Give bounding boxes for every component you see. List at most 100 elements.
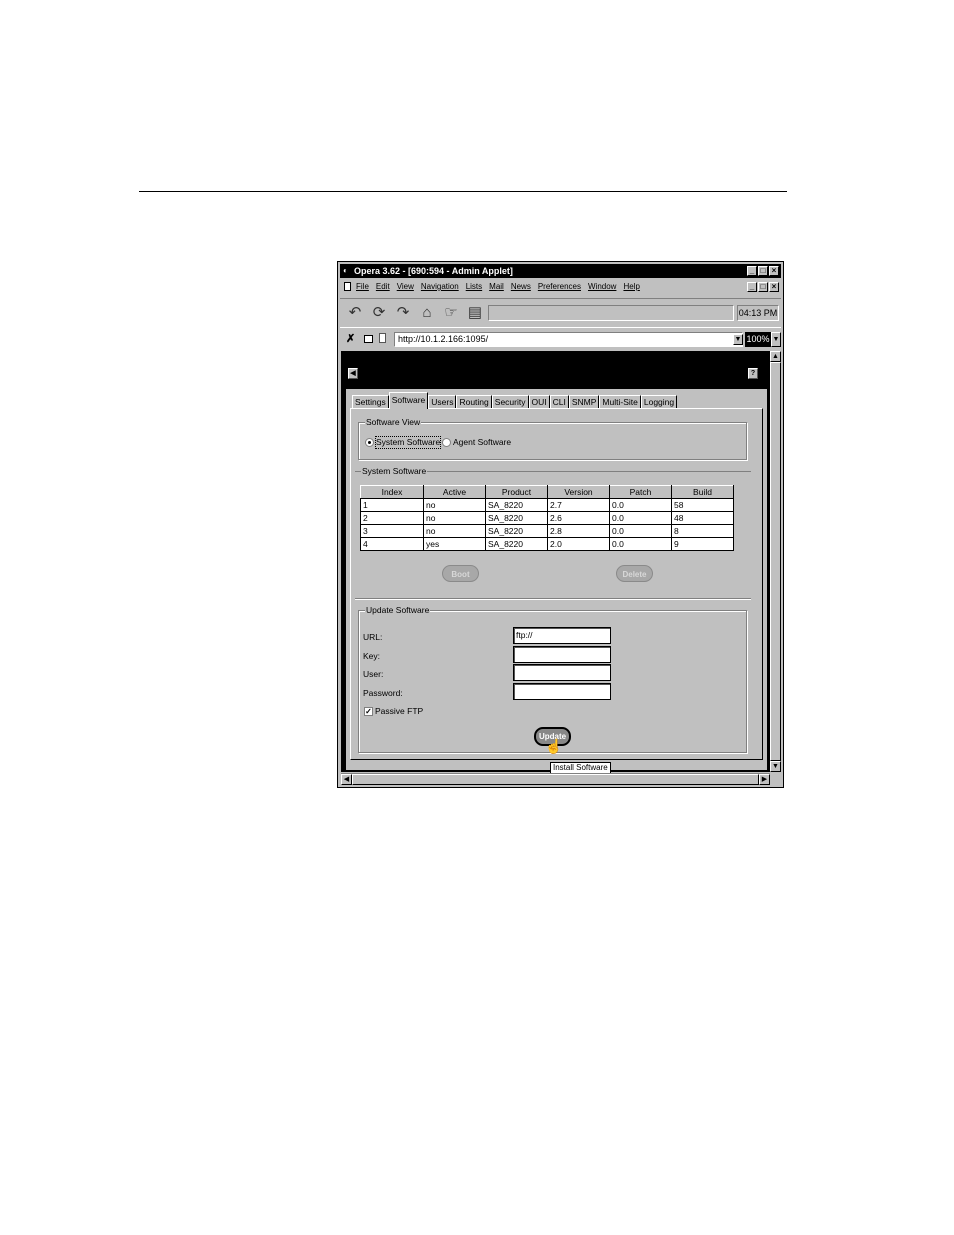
- help-question-icon[interactable]: ?: [748, 368, 758, 379]
- tab-users[interactable]: Users: [428, 395, 457, 409]
- cell-build: 48: [671, 511, 734, 525]
- update-software-title: Update Software: [365, 605, 431, 615]
- zoom-dropdown-icon[interactable]: ▼: [771, 332, 781, 347]
- mdi-restore-button[interactable]: □: [758, 282, 768, 292]
- title-bar[interactable]: ◐ Opera 3.62 - [690:594 - Admin Applet] …: [340, 264, 781, 278]
- browser-window: ◐ Opera 3.62 - [690:594 - Admin Applet] …: [337, 261, 784, 788]
- table-row[interactable]: 4 yes SA_8220 2.0 0.0 9: [360, 537, 734, 551]
- cell-active: no: [423, 498, 486, 512]
- passive-ftp-label[interactable]: Passive FTP: [375, 706, 423, 717]
- home-icon[interactable]: ⌂: [418, 304, 436, 322]
- cell-active: no: [423, 524, 486, 538]
- page-icon[interactable]: [379, 333, 386, 343]
- system-software-label[interactable]: System Software: [374, 436, 442, 449]
- table-row[interactable]: 3 no SA_8220 2.8 0.0 8: [360, 524, 734, 538]
- url-dropdown-icon[interactable]: ▼: [733, 334, 743, 345]
- zoom-select[interactable]: 100%: [745, 332, 771, 347]
- delete-button[interactable]: Delete: [616, 565, 653, 582]
- column-header-build[interactable]: Build: [671, 485, 734, 499]
- column-header-patch[interactable]: Patch: [609, 485, 672, 499]
- cell-index: 4: [360, 537, 424, 551]
- admin-applet: Settings Software Users Routing Security…: [346, 389, 767, 774]
- tab-settings[interactable]: Settings: [352, 395, 389, 409]
- menu-preferences[interactable]: Preferences: [538, 279, 581, 294]
- system-software-table: Index Active Product Version Patch Build…: [360, 485, 734, 551]
- menu-window[interactable]: Window: [588, 279, 616, 294]
- close-button[interactable]: ×: [769, 266, 779, 276]
- table-header-row: Index Active Product Version Patch Build: [360, 485, 734, 499]
- vertical-scrollbar[interactable]: ▲ ▼: [770, 351, 781, 772]
- window-icon[interactable]: [364, 335, 373, 343]
- menu-file[interactable]: File: [356, 279, 369, 294]
- cell-product: SA_8220: [485, 498, 548, 512]
- tab-logging[interactable]: Logging: [640, 395, 678, 409]
- minimize-button[interactable]: _: [747, 266, 757, 276]
- hand-cursor-icon: ☝: [545, 738, 563, 754]
- reload-icon[interactable]: ⟳: [370, 304, 388, 322]
- system-software-radio[interactable]: [365, 438, 374, 447]
- stop-icon[interactable]: ✗: [346, 332, 355, 345]
- maximize-button[interactable]: □: [758, 266, 768, 276]
- notes-icon[interactable]: ▤: [466, 304, 484, 322]
- table-row[interactable]: 1 no SA_8220 2.7 0.0 58: [360, 498, 734, 512]
- agent-software-radio[interactable]: [442, 438, 451, 447]
- toolbar: ↶ ⟳ ↷ ⌂ ☞ ▤ 04:13 PM: [340, 298, 781, 328]
- cell-active: no: [423, 511, 486, 525]
- table-row[interactable]: 2 no SA_8220 2.6 0.0 48: [360, 511, 734, 525]
- tab-multi-site[interactable]: Multi-Site: [599, 395, 641, 409]
- menu-navigation[interactable]: Navigation: [421, 279, 459, 294]
- column-header-index[interactable]: Index: [360, 485, 424, 499]
- software-view-label: Software View: [365, 417, 422, 427]
- mdi-minimize-button[interactable]: _: [747, 282, 757, 292]
- boot-button[interactable]: Boot: [442, 565, 479, 582]
- menu-view[interactable]: View: [397, 279, 414, 294]
- tab-software[interactable]: Software: [388, 392, 429, 409]
- forward-arrow-icon[interactable]: ↷: [394, 304, 412, 322]
- tab-strip: Settings Software Users Routing Security…: [352, 392, 678, 409]
- agent-software-label[interactable]: Agent Software: [453, 437, 511, 448]
- vertical-scroll-thumb[interactable]: [770, 362, 781, 761]
- key-label: Key:: [363, 651, 381, 661]
- horizontal-scrollbar[interactable]: ◀ ▶: [341, 773, 770, 785]
- scroll-left-icon[interactable]: ◀: [341, 774, 352, 785]
- menu-news[interactable]: News: [511, 279, 531, 294]
- user-field[interactable]: [513, 664, 611, 681]
- url-input[interactable]: http://10.1.2.166:1095/: [394, 332, 743, 347]
- tab-oui[interactable]: OUI: [528, 395, 550, 409]
- tab-cli[interactable]: CLI: [549, 395, 569, 409]
- cell-version: 2.6: [547, 511, 610, 525]
- cell-version: 2.8: [547, 524, 610, 538]
- key-field[interactable]: [513, 646, 611, 663]
- cell-active: yes: [423, 537, 486, 551]
- cell-version: 2.0: [547, 537, 610, 551]
- menu-edit[interactable]: Edit: [376, 279, 390, 294]
- tab-security[interactable]: Security: [491, 395, 529, 409]
- column-header-active[interactable]: Active: [423, 485, 486, 499]
- cell-index: 3: [360, 524, 424, 538]
- back-arrow-icon[interactable]: ↶: [346, 304, 364, 322]
- horizontal-scroll-thumb[interactable]: [352, 774, 759, 785]
- tab-routing[interactable]: Routing: [456, 395, 492, 409]
- menu-lists[interactable]: Lists: [466, 279, 482, 294]
- tab-snmp[interactable]: SNMP: [568, 395, 600, 409]
- menu-help[interactable]: Help: [623, 279, 639, 294]
- scroll-up-icon[interactable]: ▲: [770, 351, 781, 362]
- scroll-down-icon[interactable]: ▼: [770, 761, 781, 772]
- mdi-close-button[interactable]: ×: [769, 282, 779, 292]
- scroll-right-icon[interactable]: ▶: [759, 774, 770, 785]
- cell-product: SA_8220: [485, 511, 548, 525]
- url-field[interactable]: ftp://: [513, 627, 611, 644]
- document-icon[interactable]: [344, 282, 351, 291]
- menu-mail[interactable]: Mail: [489, 279, 504, 294]
- cell-patch: 0.0: [609, 498, 672, 512]
- clock-display: 04:13 PM: [737, 305, 779, 321]
- back-triangle-icon[interactable]: ◀: [348, 368, 358, 379]
- opera-logo-icon: ◐: [343, 266, 348, 275]
- password-field[interactable]: [513, 683, 611, 700]
- hotlist-icon[interactable]: ☞: [442, 304, 460, 322]
- column-header-version[interactable]: Version: [547, 485, 610, 499]
- cell-version: 2.7: [547, 498, 610, 512]
- passive-ftp-checkbox[interactable]: ✓: [364, 707, 373, 716]
- column-header-product[interactable]: Product: [485, 485, 548, 499]
- system-software-title: System Software: [361, 466, 428, 476]
